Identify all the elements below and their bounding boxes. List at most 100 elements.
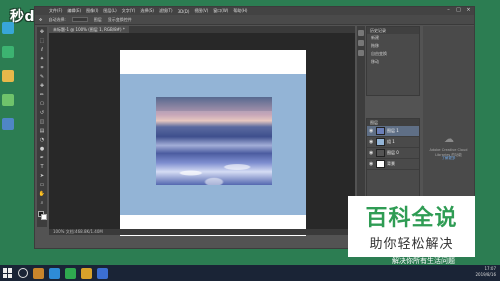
clock-date: 2019/8/16 (475, 272, 496, 277)
taskbar-app-icon[interactable] (49, 267, 60, 279)
menu-item[interactable]: 帮助(H) (233, 8, 247, 14)
desktop-icon[interactable] (2, 46, 14, 58)
healing-icon[interactable]: ✚ (38, 83, 46, 90)
auto-select-label[interactable]: 自动选择: (48, 17, 65, 23)
history-step[interactable]: 拖移 (367, 42, 419, 50)
history-step[interactable]: 新建 (367, 34, 419, 42)
history-panel: 历史记录 新建 拖移 自由变换 移动 (366, 26, 420, 96)
layer-thumbnail (376, 138, 385, 146)
taskbar-app-icon[interactable] (65, 267, 76, 279)
path-select-icon[interactable]: ➤ (38, 173, 46, 180)
desktop-icon[interactable] (2, 22, 14, 34)
layer-row[interactable]: ◉ 图层 0 (367, 148, 419, 159)
pen-icon[interactable]: ✒ (38, 155, 46, 162)
blur-icon[interactable]: ◔ (38, 137, 46, 144)
ocean-photo[interactable] (156, 97, 272, 185)
stamp-icon[interactable]: ⎔ (38, 101, 46, 108)
move-tool-option-icon[interactable]: ✥ (39, 17, 42, 22)
history-step[interactable]: 自由变换 (367, 50, 419, 58)
hand-icon[interactable]: ✋ (38, 191, 46, 198)
search-icon[interactable] (18, 268, 28, 278)
close-icon[interactable]: × (466, 8, 471, 13)
brush-icon[interactable]: ✏ (38, 92, 46, 99)
move-icon[interactable]: ✥ (38, 29, 46, 36)
menu-item[interactable]: 文字(Y) (122, 8, 136, 14)
history-step[interactable]: 移动 (367, 58, 419, 66)
auto-select-dropdown[interactable] (71, 17, 88, 22)
history-panel-title[interactable]: 历史记录 (367, 27, 419, 34)
magic-wand-icon[interactable]: ✦ (38, 56, 46, 63)
eye-icon[interactable]: ◉ (369, 128, 374, 134)
layer-thumbnail (376, 160, 385, 168)
layer-thumbnail (376, 149, 385, 157)
layer-name: 图层 0 (387, 150, 399, 155)
layer-option[interactable]: 图层 (94, 17, 102, 23)
maximize-icon[interactable]: □ (456, 8, 461, 13)
desktop-icon[interactable] (2, 94, 14, 106)
properties-panel-icon[interactable] (358, 40, 364, 46)
eye-icon[interactable]: ◉ (369, 150, 374, 156)
layer-row[interactable]: ◉ 图层 1 (367, 126, 419, 137)
layer-name: 组 1 (387, 139, 395, 144)
history-brush-icon[interactable]: ↺ (38, 110, 46, 117)
menu-item[interactable]: 3D(D) (178, 9, 190, 14)
toolbar: ✥ ⬚ ℓ ✦ ⌗ ✎ ✚ ✏ ⎔ ↺ ◫ ▤ ◔ ● ✒ T ➤ ▭ ✋ ⌕ (37, 27, 47, 227)
windows-start-icon[interactable] (3, 268, 13, 278)
eyedropper-icon[interactable]: ✎ (38, 74, 46, 81)
learn-more-link[interactable]: 了解更多 (425, 156, 472, 161)
taskbar-app-icon[interactable] (81, 267, 92, 279)
document-area: 未标题-1 @ 100% (图层 1, RGB/8#) * 100% 文档:46… (49, 26, 355, 236)
menu-item[interactable]: 图层(L) (103, 8, 116, 14)
status-bar: 100% 文档:468.8K/1.40M (49, 229, 355, 235)
eraser-icon[interactable]: ◫ (38, 119, 46, 126)
show-transform-controls[interactable]: 显示变换控件 (108, 17, 132, 23)
zoom-icon[interactable]: ⌕ (38, 200, 46, 207)
document-tabs: 未标题-1 @ 100% (图层 1, RGB/8#) * (49, 26, 355, 33)
options-bar: ✥ 自动选择: 图层 显示变换控件 (35, 15, 474, 25)
shape-icon[interactable]: ▭ (38, 182, 46, 189)
libraries-panel-icon[interactable] (358, 50, 364, 56)
menu-item[interactable]: 选择(S) (140, 8, 154, 14)
document-tab[interactable]: 未标题-1 @ 100% (图层 1, RGB/8#) * (49, 26, 129, 33)
watermark-card: 百科全说 助你轻松解决 (348, 196, 475, 257)
taskbar-app-icon[interactable] (33, 267, 44, 279)
menu-bar: 文件(F) 编辑(E) 图像(I) 图层(L) 文字(Y) 选择(S) 滤镜(T) 3D(D)… (35, 7, 474, 15)
background-color[interactable] (41, 214, 47, 220)
canvas[interactable] (120, 50, 306, 236)
desktop-icons (2, 22, 16, 142)
color-swatches[interactable] (37, 211, 47, 223)
menu-item[interactable]: 窗口(W) (213, 8, 228, 14)
photoshop-taskbar-icon[interactable] (97, 267, 108, 279)
creative-cloud-icon: ☁ (444, 134, 454, 145)
dodge-icon[interactable]: ● (38, 146, 46, 153)
layers-panel-title[interactable]: 图层 (367, 119, 419, 126)
layer-thumbnail (376, 127, 385, 135)
layer-name: 背景 (387, 161, 395, 166)
history-panel-icon[interactable] (358, 30, 364, 36)
window-controls: – □ × (446, 8, 471, 13)
menu-item[interactable]: 滤镜(T) (159, 8, 173, 14)
minimize-icon[interactable]: – (446, 8, 451, 13)
type-icon[interactable]: T (38, 164, 46, 171)
watermark-subtitle: 助你轻松解决 (369, 237, 454, 252)
photo-foam (156, 155, 272, 185)
system-clock[interactable]: 17:07 2019/8/16 (475, 266, 496, 278)
marquee-icon[interactable]: ⬚ (38, 38, 46, 45)
photo-sky (156, 97, 272, 111)
taskbar: 17:07 2019/8/16 (0, 265, 500, 281)
lasso-icon[interactable]: ℓ (38, 47, 46, 54)
layer-row[interactable]: ◉ 背景 (367, 159, 419, 170)
menu-item[interactable]: 文件(F) (49, 8, 62, 14)
crop-icon[interactable]: ⌗ (38, 65, 46, 72)
blue-layer (120, 74, 306, 215)
eye-icon[interactable]: ◉ (369, 161, 374, 167)
desktop-icon[interactable] (2, 70, 14, 82)
menu-item[interactable]: 图像(I) (86, 8, 98, 14)
gradient-icon[interactable]: ▤ (38, 128, 46, 135)
layer-row[interactable]: ◉ 组 1 (367, 137, 419, 148)
menu-item[interactable]: 编辑(E) (67, 8, 81, 14)
watermark-title: 百科全说 (365, 206, 458, 231)
menu-item[interactable]: 视图(V) (194, 8, 208, 14)
desktop-icon[interactable] (2, 118, 14, 130)
eye-icon[interactable]: ◉ (369, 139, 374, 145)
